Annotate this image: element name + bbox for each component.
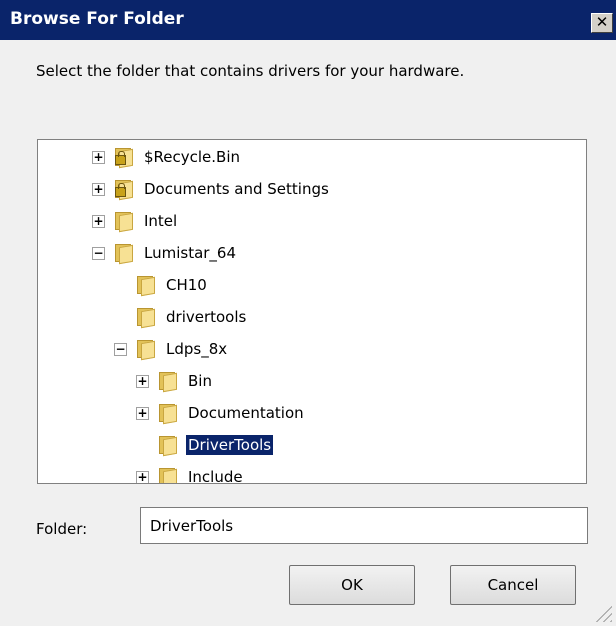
tree-node-label: Ldps_8x	[166, 340, 228, 358]
tree-node-label: drivertools	[166, 308, 247, 326]
folder-icon	[114, 243, 134, 265]
folder-field[interactable]	[140, 507, 588, 544]
folder-icon	[114, 211, 134, 233]
folder-icon	[136, 275, 156, 297]
resize-grip[interactable]	[594, 604, 612, 622]
tree-node-label: Include	[188, 468, 243, 484]
folder-icon	[136, 339, 156, 361]
expand-icon[interactable]: +	[136, 407, 149, 420]
window-title: Browse For Folder	[10, 9, 184, 29]
collapse-icon[interactable]: −	[114, 343, 127, 356]
collapse-icon[interactable]: −	[92, 247, 105, 260]
folder-icon	[158, 435, 178, 457]
folder-icon	[158, 467, 178, 483]
locked-folder-icon	[114, 179, 134, 201]
tree-node-label: CH10	[166, 276, 207, 294]
locked-folder-icon	[114, 147, 134, 169]
folder-icon	[158, 403, 178, 425]
tree-node-label: Intel	[144, 212, 178, 230]
folder-label: Folder:	[36, 520, 88, 538]
folder-tree[interactable]: + $Recycle.Bin + Documents and Settings + Int…	[37, 139, 587, 484]
expand-icon[interactable]: +	[92, 215, 105, 228]
tree-node-label: Bin	[188, 372, 212, 390]
instruction-text: Select the folder that contains drivers …	[36, 62, 465, 80]
tree-node-label: Lumistar_64	[144, 244, 237, 262]
tree-node-label: DriverTools	[186, 435, 274, 455]
tree-node-label: Documentation	[188, 404, 304, 422]
ok-button[interactable]: OK	[289, 565, 415, 605]
expand-icon[interactable]: +	[92, 151, 105, 164]
tree-node-label: $Recycle.Bin	[144, 148, 241, 166]
cancel-button[interactable]: Cancel	[450, 565, 576, 605]
expand-icon[interactable]: +	[136, 471, 149, 483]
expand-icon[interactable]: +	[136, 375, 149, 388]
title-bar: Browse For Folder ✕	[0, 0, 616, 40]
folder-icon	[136, 307, 156, 329]
tree-node-label: Documents and Settings	[144, 180, 329, 198]
folder-icon	[158, 371, 178, 393]
close-button[interactable]: ✕	[591, 13, 613, 33]
expand-icon[interactable]: +	[92, 183, 105, 196]
